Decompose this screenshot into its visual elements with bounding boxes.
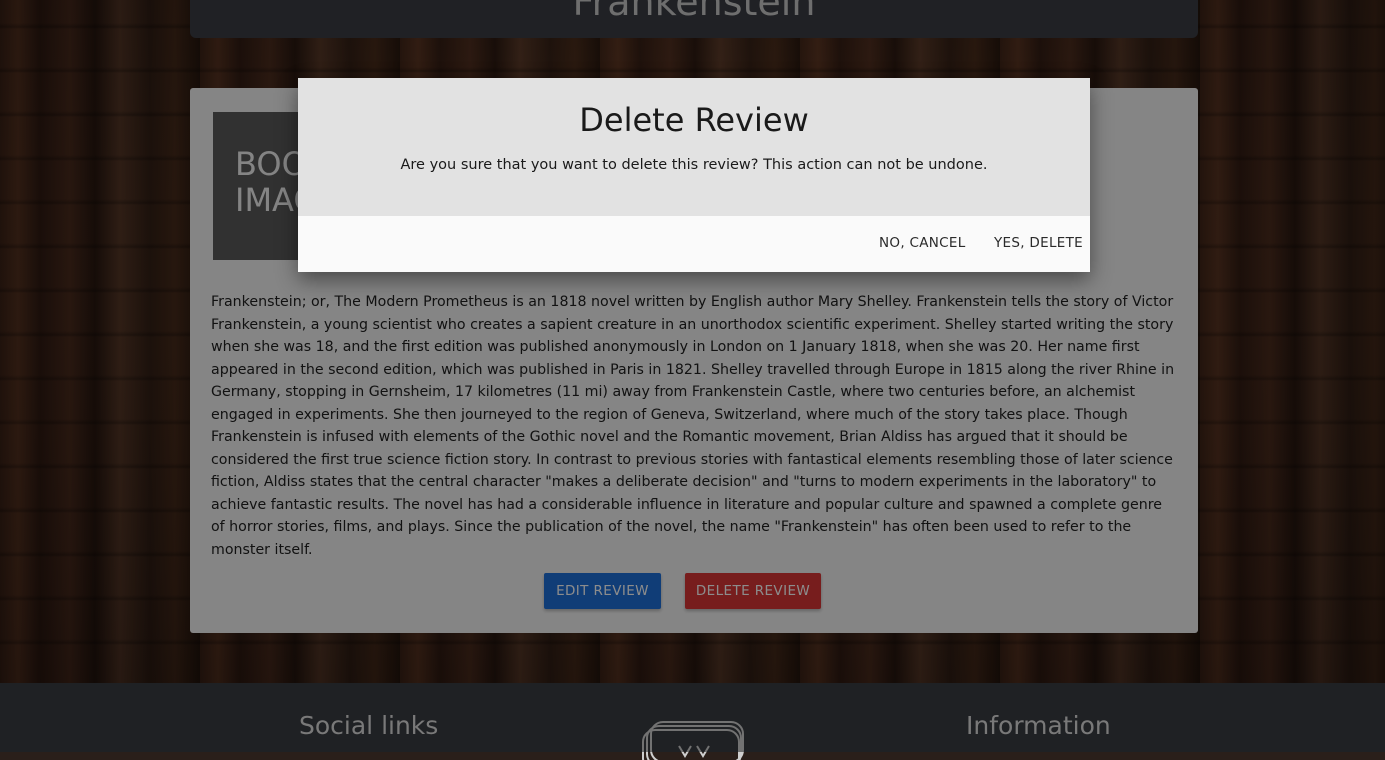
dialog-message: Are you sure that you want to delete thi… [400,157,988,173]
confirm-delete-button[interactable]: YES, DELETE [994,235,1083,251]
delete-review-dialog: Delete Review Are you sure that you want… [298,78,1090,272]
cancel-button[interactable]: NO, CANCEL [879,235,966,251]
dialog-title: Delete Review [579,101,809,139]
dialog-footer: NO, CANCEL YES, DELETE [298,216,1090,272]
